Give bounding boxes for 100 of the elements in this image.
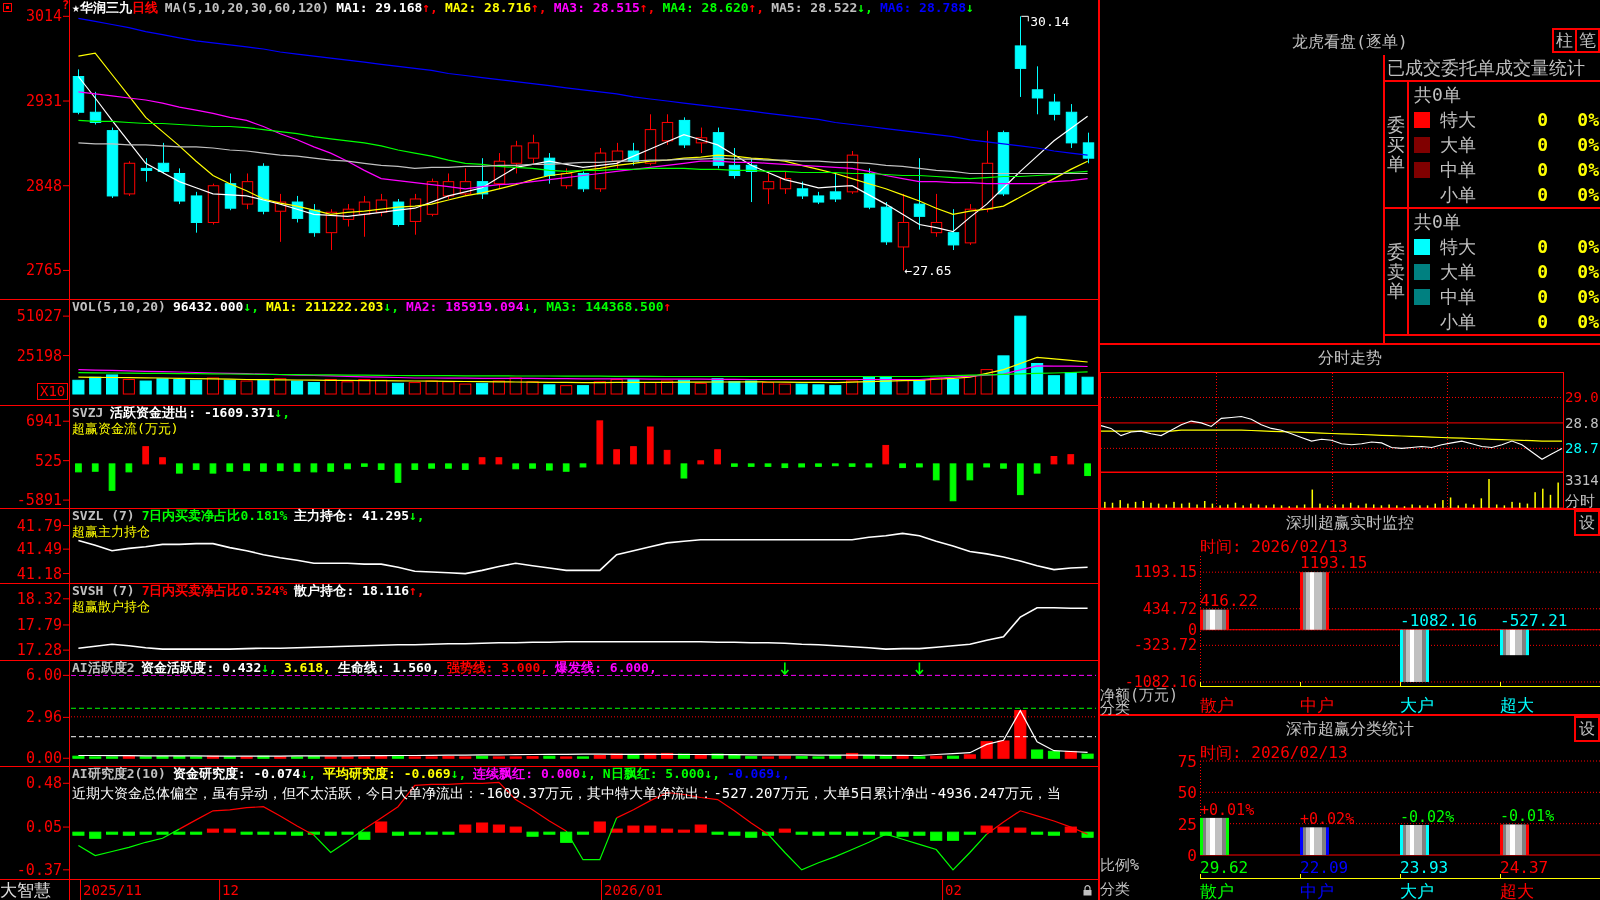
indicator-label: 生命线: 1.560, (337, 661, 440, 675)
axis-label: 0 (1187, 620, 1197, 639)
candlestick (325, 208, 338, 251)
candlestick (190, 191, 203, 234)
data-label: 1193.15 (1300, 553, 1368, 573)
order-total: 共0单 (1413, 83, 1462, 107)
view-toggle-button[interactable]: 柱 (1552, 28, 1577, 53)
stats-title: 已成交委托单成交量统计 (1385, 55, 1600, 82)
candlestick (796, 181, 809, 200)
indicator-caption: 超赢资金流(万元) (72, 421, 179, 436)
net-flow-bar (1200, 609, 1229, 630)
order-type: 大单 (1440, 259, 1477, 284)
indicator-label: 资金研究度: -0.074 (172, 767, 301, 781)
indicator-label: MA2: 28.716 (444, 1, 532, 15)
indicator-label: 主力持仓: 41.295 (294, 509, 410, 523)
order-share: 0% (1577, 159, 1600, 180)
trend-arrow: ↓, (383, 300, 400, 314)
axis-label: 434.72 (1142, 599, 1197, 618)
candlestick (291, 195, 304, 223)
order-count: 0 (1536, 286, 1548, 307)
trend-arrow: ↓, (523, 300, 540, 314)
date-label: 2025/11 (80, 880, 144, 900)
axis-label: -323.72 (1133, 636, 1197, 655)
candlestick (89, 91, 102, 125)
candlestick (207, 183, 220, 225)
brand-label: 大智慧 (0, 880, 70, 900)
axis-label: -5891 (16, 491, 62, 508)
settings-button[interactable]: 设 (1574, 510, 1600, 536)
order-type: 小单 (1440, 182, 1477, 207)
candlestick (594, 147, 607, 193)
candlestick (426, 178, 439, 217)
axis-label: 0.48 (25, 774, 62, 793)
candlestick (476, 157, 489, 200)
axis-label: 41.79 (16, 516, 62, 535)
order-count: 0 (1536, 311, 1548, 332)
period-label: 日线 (131, 1, 158, 15)
price-annotation: ←27.65 (904, 263, 952, 279)
candlestick (560, 167, 573, 190)
indicator-label: -0.069 (727, 767, 775, 781)
square-icon[interactable] (3, 3, 12, 12)
category-label: 散户 (1200, 695, 1234, 715)
candlestick (846, 150, 859, 195)
settings-button[interactable]: 设 (1574, 716, 1600, 742)
panel-title: 深市超赢分类统计 (1285, 718, 1415, 740)
change-label: -0.01% (1500, 807, 1555, 826)
trend-arrow: ↓ (966, 1, 974, 15)
trend-arrow: ↓, (409, 509, 425, 523)
scale-label: 3314 (1565, 472, 1599, 488)
change-label: +0.02% (1300, 810, 1355, 829)
axis-label: 18.32 (16, 589, 62, 608)
candlestick (342, 203, 355, 228)
candlestick (644, 113, 657, 166)
scale-label: 29.0 (1565, 389, 1599, 406)
stock-name: ★华润三九 (72, 1, 132, 15)
date-label: 12 (219, 880, 241, 900)
order-count: 0 (1536, 134, 1548, 155)
indicator-label: 爆发线: 6.000, (555, 661, 657, 675)
indicator-label: 资金活跃度: 0.432 (141, 661, 262, 675)
axis-label: 525 (34, 451, 62, 470)
order-type: 小单 (1440, 309, 1477, 334)
indicator-name: VOL(5,10,20) (72, 300, 166, 314)
change-label: -0.02% (1400, 808, 1455, 826)
candlestick (577, 170, 590, 193)
panel-title: 龙虎看盘(逐单) (1291, 32, 1409, 52)
time-label: 时间: 2026/02/13 (1200, 537, 1348, 556)
candlestick (880, 201, 893, 246)
indicator-name: SVZL (7) (72, 509, 135, 523)
trend-arrow: ↓, (243, 300, 260, 314)
net-flow-bar (1300, 572, 1329, 630)
candlestick (728, 147, 741, 180)
view-toggle-button[interactable]: 笔 (1577, 28, 1600, 53)
data-label: 24.37 (1500, 858, 1549, 877)
candlestick (510, 140, 523, 174)
trend-arrow: ↓, (774, 767, 790, 781)
candlestick (409, 193, 422, 236)
candlestick (678, 116, 691, 149)
order-type: 特大 (1440, 234, 1477, 259)
order-share: 0% (1577, 184, 1600, 205)
axis-label: 41.49 (16, 540, 62, 559)
data-label: 23.93 (1400, 858, 1449, 877)
order-count: 0 (1536, 159, 1548, 180)
trend-arrow: ↑, (409, 584, 425, 598)
lock-icon[interactable] (1083, 885, 1092, 896)
indicator-label: MA1: 29.168 (336, 1, 423, 15)
axis-title: 分类 (1100, 880, 1130, 898)
candlestick (829, 173, 842, 203)
category-label: 中户 (1300, 881, 1334, 900)
axis-label: 50 (1177, 783, 1197, 803)
indicator-label: 散户持仓: 18.116 (294, 584, 410, 598)
candlestick (358, 195, 371, 238)
candlestick (997, 130, 1010, 197)
indicator-label: 活跃资金进出: -1609.371 (110, 406, 275, 420)
trend-arrow: ↑ (663, 300, 672, 314)
order-share: 0% (1577, 311, 1600, 332)
axis-label: 25198 (16, 346, 62, 365)
candlestick (123, 160, 136, 197)
order-type: 大单 (1440, 132, 1477, 157)
candlestick (543, 152, 556, 185)
trend-arrow: ↓, (704, 767, 721, 781)
axis-label: -0.37 (16, 860, 62, 879)
